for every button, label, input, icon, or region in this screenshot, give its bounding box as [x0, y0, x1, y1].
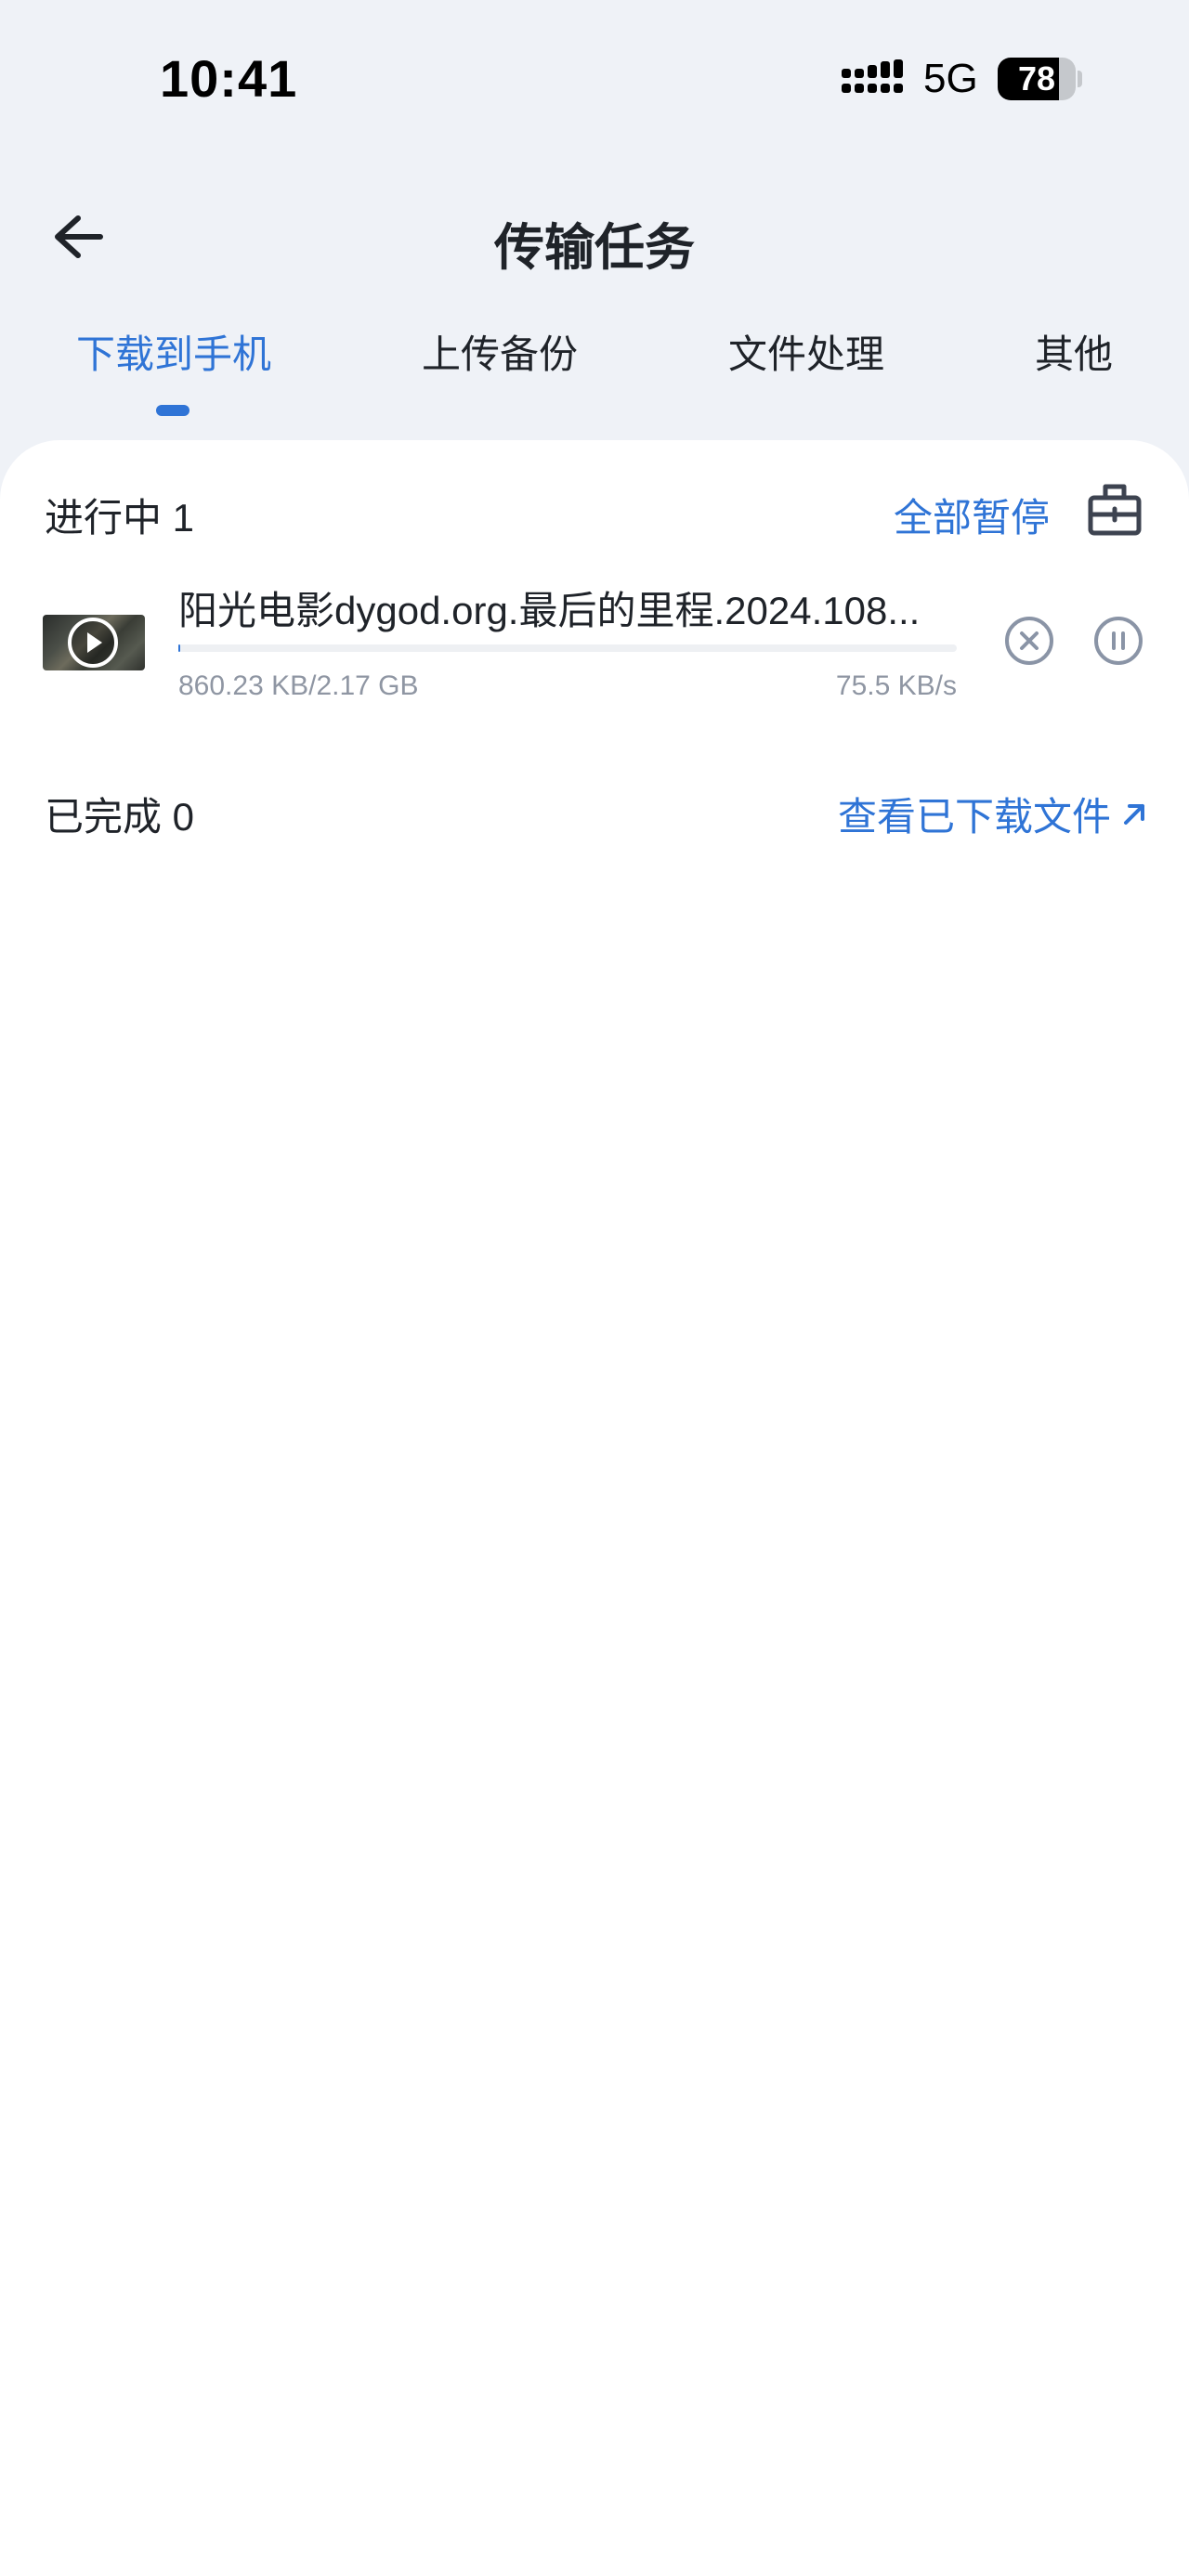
cancel-icon[interactable] — [1003, 615, 1055, 667]
network-type: 5G — [923, 56, 978, 101]
arrow-up-right-icon — [1124, 803, 1145, 825]
tab-file-processing[interactable]: 文件处理 — [728, 323, 884, 380]
battery-level: 78 — [1017, 59, 1056, 98]
completed-header: 已完成 0 — [45, 795, 195, 839]
view-files-label: 查看已下载文件 — [838, 795, 1112, 839]
download-progress-bar — [178, 644, 957, 652]
status-bar: 10:41 5G 78 — [0, 0, 1189, 158]
video-thumbnail[interactable] — [43, 615, 145, 670]
pause-all-button[interactable]: 全部暂停 — [894, 487, 1050, 543]
battery-body: 78 — [998, 58, 1076, 100]
active-tab-indicator — [156, 405, 189, 416]
tab-download-to-phone[interactable]: 下载到手机 — [76, 323, 271, 380]
download-progress-fill — [178, 644, 180, 652]
clear-toolbox-icon[interactable] — [1087, 479, 1143, 539]
pause-icon[interactable] — [1092, 615, 1144, 667]
task-file-name: 阳光电影dygod.org.最后的里程.2024.108... — [178, 589, 921, 632]
page-title: 传输任务 — [494, 220, 695, 276]
cellular-signal-icon — [842, 59, 903, 93]
transfer-tasks-screen: 10:41 5G 78 传输任务 下载到手机 上传备份 文件处理 其他 进行中 … — [0, 0, 1189, 2576]
tab-upload-backup[interactable]: 上传备份 — [422, 323, 578, 380]
task-speed-text: 75.5 KB/s — [835, 670, 957, 701]
tab-other[interactable]: 其他 — [1035, 323, 1113, 380]
status-time: 10:41 — [160, 49, 298, 108]
in-progress-header: 进行中 1 — [45, 496, 195, 540]
task-list-card: 进行中 1 全部暂停 阳光电影dygod.org.最后的里程.2024.108.… — [0, 440, 1189, 2576]
play-icon — [68, 618, 118, 668]
view-downloaded-files-link[interactable]: 查看已下载文件 — [838, 786, 1150, 842]
battery-cap — [1078, 71, 1082, 87]
battery-icon: 78 — [998, 58, 1082, 100]
navigation-bar: 传输任务 — [0, 186, 1189, 288]
task-size-text: 860.23 KB/2.17 GB — [178, 670, 419, 701]
